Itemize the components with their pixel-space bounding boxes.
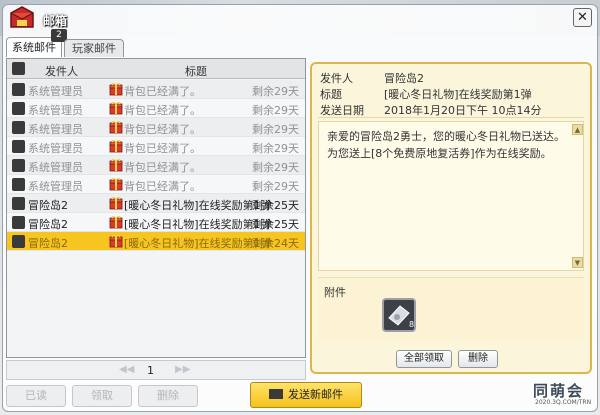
tab-player-mail[interactable]: 玩家邮件 bbox=[64, 39, 124, 57]
mail-row[interactable]: 系统管理员 背包已经满了。 剩余29天 bbox=[7, 175, 305, 194]
row-sender: 系统管理员 bbox=[28, 180, 83, 193]
gift-icon bbox=[109, 101, 123, 115]
envelope-icon bbox=[269, 389, 283, 399]
mail-list: 发件人 标题 系统管理员 背包已经满了。 剩余29天 系统管理员 背包已经满了。 剩余29… bbox=[6, 58, 306, 358]
row-days-left: 剩余29天 bbox=[252, 123, 299, 136]
row-sender: 系统管理员 bbox=[28, 104, 83, 117]
gift-icon bbox=[109, 177, 123, 191]
gift-icon bbox=[109, 196, 123, 210]
row-days-left: 剩余25天 bbox=[252, 218, 299, 231]
row-sender: 冒险岛2 bbox=[28, 199, 68, 212]
list-header: 发件人 标题 bbox=[7, 59, 305, 79]
divider bbox=[318, 117, 584, 118]
row-sender: 冒险岛2 bbox=[28, 237, 68, 250]
row-subject: 背包已经满了。 bbox=[124, 85, 201, 98]
column-subject[interactable]: 标题 bbox=[185, 63, 207, 79]
gift-icon bbox=[109, 139, 123, 153]
claim-button[interactable]: 领取 bbox=[72, 385, 132, 407]
row-days-left: 剩余24天 bbox=[252, 237, 299, 250]
close-button[interactable]: ✕ bbox=[573, 8, 592, 27]
row-days-left: 剩余29天 bbox=[252, 180, 299, 193]
gift-icon bbox=[109, 234, 123, 248]
row-checkbox[interactable] bbox=[12, 83, 25, 96]
row-subject: [暖心冬日礼物]在线奖励第1弹 bbox=[124, 237, 272, 250]
gift-icon bbox=[109, 215, 123, 229]
mailbox-icon bbox=[10, 6, 34, 28]
scroll-down-icon[interactable]: ▼ bbox=[572, 257, 583, 268]
row-subject: [暖心冬日礼物]在线奖励第1弹 bbox=[124, 199, 272, 212]
attachment-count: 8 bbox=[409, 320, 415, 329]
title-bar[interactable]: 邮箱 ✕ bbox=[3, 5, 597, 33]
claim-all-button[interactable]: 全部领取 bbox=[396, 350, 452, 368]
gift-icon bbox=[109, 120, 123, 134]
row-checkbox[interactable] bbox=[12, 235, 25, 248]
mail-detail-panel: 发件人 冒险岛2 标题 [暖心冬日礼物]在线奖励第1弹 发送日期 2018年1月… bbox=[310, 62, 592, 374]
prev-page-icon[interactable]: ◀◀ bbox=[119, 364, 134, 375]
attachment-area: 附件 8 bbox=[318, 277, 584, 342]
select-all-checkbox[interactable] bbox=[12, 62, 25, 75]
date-label: 发送日期 bbox=[320, 104, 364, 117]
row-subject: 背包已经满了。 bbox=[124, 123, 201, 136]
row-subject: 背包已经满了。 bbox=[124, 104, 201, 117]
sender-label: 发件人 bbox=[320, 72, 353, 85]
send-label: 发送新邮件 bbox=[288, 388, 343, 401]
mail-row[interactable]: 冒险岛2 [暖心冬日礼物]在线奖励第1弹 剩余25天 bbox=[7, 194, 305, 213]
row-sender: 系统管理员 bbox=[28, 123, 83, 136]
body-line: 为您送上[8个免费原地复活券]作为在线奖励。 bbox=[327, 147, 552, 160]
mail-row[interactable]: 冒险岛2 [暖心冬日礼物]在线奖励第1弹 剩余25天 bbox=[7, 213, 305, 232]
row-days-left: 剩余25天 bbox=[252, 199, 299, 212]
date-value: 2018年1月20日下午 10点14分 bbox=[384, 104, 542, 117]
row-sender: 系统管理员 bbox=[28, 142, 83, 155]
row-days-left: 剩余29天 bbox=[252, 85, 299, 98]
mail-body: 亲爱的冒险岛2勇士，您的暖心冬日礼物已送达。 为您送上[8个免费原地复活券]作为… bbox=[318, 121, 584, 271]
column-sender[interactable]: 发件人 bbox=[45, 63, 78, 79]
row-subject: 背包已经满了。 bbox=[124, 161, 201, 174]
row-sender: 冒险岛2 bbox=[28, 218, 68, 231]
mail-row[interactable]: 冒险岛2 [暖心冬日礼物]在线奖励第1弹 剩余24天 bbox=[7, 232, 305, 251]
attachment-label: 附件 bbox=[324, 286, 346, 299]
row-checkbox[interactable] bbox=[12, 178, 25, 191]
scroll-up-icon[interactable]: ▲ bbox=[572, 124, 583, 135]
body-line: 亲爱的冒险岛2勇士，您的暖心冬日礼物已送达。 bbox=[327, 130, 565, 143]
subject-value: [暖心冬日礼物]在线奖励第1弹 bbox=[384, 88, 532, 101]
row-checkbox[interactable] bbox=[12, 197, 25, 210]
next-page-icon[interactable]: ▶▶ bbox=[175, 364, 190, 375]
row-checkbox[interactable] bbox=[12, 216, 25, 229]
gift-icon bbox=[109, 158, 123, 172]
logo-url: 2020.3Q.COM/TRN bbox=[535, 399, 592, 406]
mark-read-button[interactable]: 已读 bbox=[6, 385, 66, 407]
row-subject: 背包已经满了。 bbox=[124, 142, 201, 155]
watermark-logo: 同萌会 2020.3Q.COM/TRN bbox=[533, 380, 595, 408]
delete-button[interactable]: 删除 bbox=[138, 385, 198, 407]
row-days-left: 剩余29天 bbox=[252, 161, 299, 174]
mail-row[interactable]: 系统管理员 背包已经满了。 剩余29天 bbox=[7, 80, 305, 99]
row-checkbox[interactable] bbox=[12, 121, 25, 134]
pagination: ◀◀ 1 ▶▶ bbox=[6, 360, 306, 380]
subject-label: 标题 bbox=[320, 88, 342, 101]
sender-value: 冒险岛2 bbox=[384, 72, 424, 85]
page-number: 1 bbox=[147, 364, 154, 377]
send-new-mail-button[interactable]: 发送新邮件 bbox=[250, 382, 362, 408]
logo-text: 同萌会 bbox=[533, 382, 585, 400]
row-subject: 背包已经满了。 bbox=[124, 180, 201, 193]
row-days-left: 剩余29天 bbox=[252, 104, 299, 117]
mail-row[interactable]: 系统管理员 背包已经满了。 剩余29天 bbox=[7, 118, 305, 137]
delete-mail-button[interactable]: 删除 bbox=[458, 350, 498, 368]
row-days-left: 剩余29天 bbox=[252, 142, 299, 155]
mail-row[interactable]: 系统管理员 背包已经满了。 剩余29天 bbox=[7, 137, 305, 156]
row-checkbox[interactable] bbox=[12, 159, 25, 172]
row-sender: 系统管理员 bbox=[28, 161, 83, 174]
gift-icon bbox=[109, 82, 123, 96]
close-icon: ✕ bbox=[577, 10, 588, 25]
row-subject: [暖心冬日礼物]在线奖励第1弹 bbox=[124, 218, 272, 231]
row-checkbox[interactable] bbox=[12, 140, 25, 153]
row-checkbox[interactable] bbox=[12, 102, 25, 115]
row-sender: 系统管理员 bbox=[28, 85, 83, 98]
attachment-item[interactable]: 8 bbox=[382, 298, 416, 332]
window-title: 邮箱 bbox=[43, 14, 68, 28]
mail-row[interactable]: 系统管理员 背包已经满了。 剩余29天 bbox=[7, 99, 305, 118]
mail-row[interactable]: 系统管理员 背包已经满了。 剩余29天 bbox=[7, 156, 305, 175]
